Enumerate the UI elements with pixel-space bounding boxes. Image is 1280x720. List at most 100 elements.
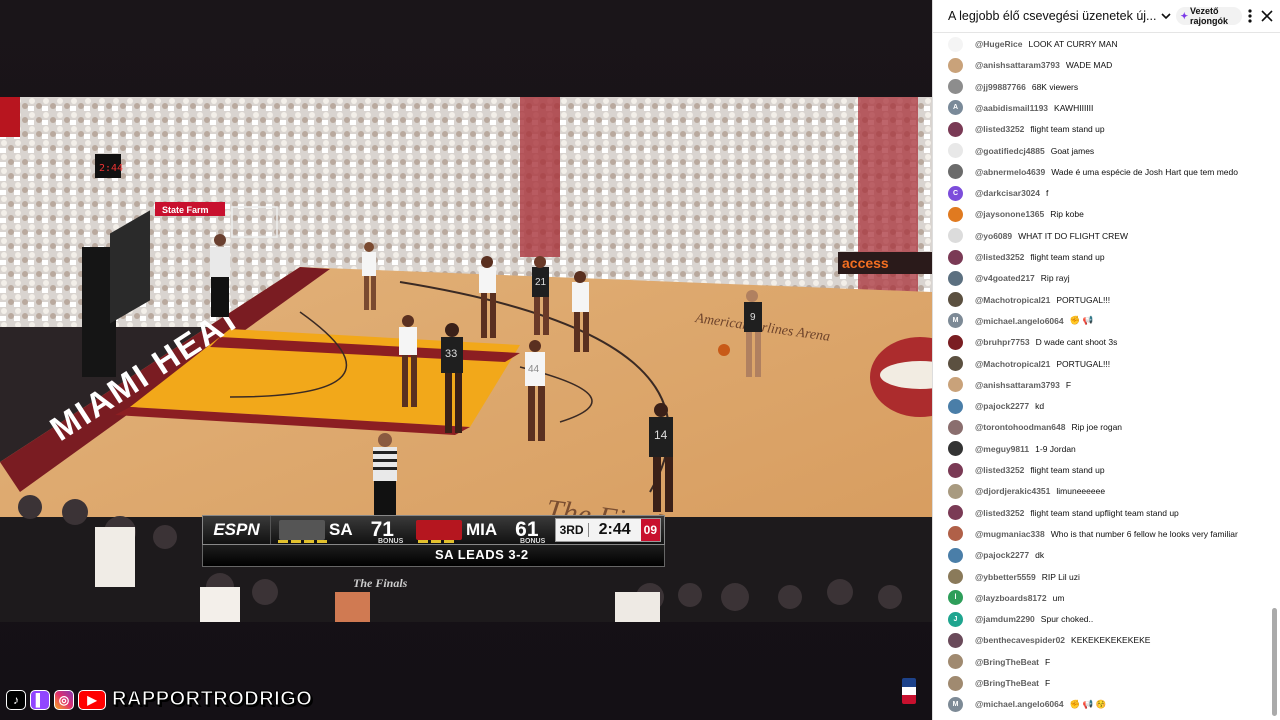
avatar[interactable] <box>948 547 963 563</box>
chat-author[interactable]: @ybbetter5559 <box>975 572 1036 582</box>
chat-message[interactable]: @listed3252 flight team stand upflight te… <box>948 504 1179 522</box>
chat-message[interactable]: @ybbetter5559 RIP Lil uzi <box>948 568 1080 586</box>
chat-message[interactable]: @listed3252 flight team stand up <box>948 248 1105 266</box>
chat-scrollbar[interactable] <box>1270 33 1278 720</box>
chat-author[interactable]: @BringTheBeat <box>975 678 1039 688</box>
avatar[interactable] <box>948 292 963 308</box>
chat-author[interactable]: @benthecavespider02 <box>975 635 1065 645</box>
avatar[interactable]: M <box>948 696 963 712</box>
chat-message[interactable]: @mugmaniac338 Who is that number 6 fellow… <box>948 525 1238 543</box>
chat-author[interactable]: @aabidismail1193 <box>975 103 1048 113</box>
chat-message[interactable]: M @michael.angelo6064 ✊ 📢 😚 <box>948 695 1106 713</box>
chat-author[interactable]: @jj99887766 <box>975 82 1026 92</box>
chat-author[interactable]: @michael.angelo6064 <box>975 699 1064 709</box>
avatar[interactable] <box>948 249 963 265</box>
chat-message[interactable]: @listed3252 flight team stand up <box>948 461 1105 479</box>
more-options-button[interactable] <box>1242 6 1256 26</box>
avatar[interactable] <box>948 334 963 350</box>
chat-message[interactable]: @listed3252 flight team stand up <box>948 120 1105 138</box>
chat-message[interactable]: l @layzboards8172 um <box>948 589 1064 607</box>
chat-author[interactable]: @goatifiedcj4885 <box>975 146 1045 156</box>
chat-author[interactable]: @Machotropical21 <box>975 295 1050 305</box>
instagram-icon[interactable]: ◎ <box>54 689 74 710</box>
avatar[interactable] <box>948 654 963 670</box>
chat-author[interactable]: @meguy9811 <box>975 444 1029 454</box>
avatar[interactable] <box>948 270 963 286</box>
chat-author[interactable]: @listed3252 <box>975 508 1024 518</box>
chat-author[interactable]: @Machotropical21 <box>975 359 1050 369</box>
avatar[interactable]: J <box>948 611 963 627</box>
avatar[interactable] <box>948 483 963 499</box>
chat-message[interactable]: A @aabidismail1193 KAWHIIIIII <box>948 99 1093 117</box>
chat-message-list[interactable]: @HugeRice LOOK AT CURRY MAN @anishsattaram… <box>933 33 1269 720</box>
chat-message[interactable]: M @michael.angelo6064 ✊ 📢 <box>948 312 1093 330</box>
chat-author[interactable]: @v4goated217 <box>975 273 1035 283</box>
chat-message[interactable]: @pajock2277 dk <box>948 546 1044 564</box>
chat-author[interactable]: @torontohoodman648 <box>975 422 1065 432</box>
avatar[interactable] <box>948 398 963 414</box>
avatar[interactable] <box>948 143 963 158</box>
avatar[interactable]: M <box>948 313 963 329</box>
avatar[interactable] <box>948 79 963 95</box>
chat-author[interactable]: @HugeRice <box>975 39 1023 49</box>
avatar[interactable] <box>948 36 963 52</box>
avatar[interactable] <box>948 356 963 371</box>
chat-message[interactable]: @benthecavespider02 KEKEKEKEKEKEKE <box>948 631 1150 649</box>
chat-message[interactable]: @jj99887766 68K viewers <box>948 78 1078 96</box>
avatar[interactable]: A <box>948 100 963 116</box>
chat-author[interactable]: @jamdum2290 <box>975 614 1035 624</box>
chat-author[interactable]: @pajock2277 <box>975 550 1029 560</box>
chat-message[interactable]: C @darkcisar3024 f <box>948 184 1048 202</box>
chat-author[interactable]: @jaysonone1365 <box>975 209 1044 219</box>
avatar[interactable] <box>948 377 963 393</box>
chat-message[interactable]: @v4goated217 Rip rayj <box>948 269 1070 287</box>
chat-author[interactable]: @bruhpr7753 <box>975 337 1030 347</box>
avatar[interactable]: C <box>948 185 963 201</box>
avatar[interactable] <box>948 632 963 648</box>
chat-message[interactable]: @BringTheBeat F <box>948 674 1050 692</box>
chat-author[interactable]: @michael.angelo6064 <box>975 316 1064 326</box>
avatar[interactable] <box>948 57 963 73</box>
chat-author[interactable]: @listed3252 <box>975 465 1024 475</box>
chat-message[interactable]: @meguy9811 1-9 Jordan <box>948 440 1076 458</box>
chevron-down-icon[interactable] <box>1160 9 1172 23</box>
chat-author[interactable]: @djordjerakic4351 <box>975 486 1050 496</box>
avatar[interactable] <box>948 206 963 222</box>
chat-author[interactable]: @listed3252 <box>975 252 1024 262</box>
avatar[interactable] <box>948 462 963 478</box>
youtube-icon[interactable]: ▶ <box>78 689 106 710</box>
avatar[interactable] <box>948 441 963 457</box>
avatar[interactable] <box>948 164 963 180</box>
avatar[interactable]: l <box>948 590 963 606</box>
game-video[interactable]: State Farm access MIAMI HEAT AmericanAir… <box>0 97 932 622</box>
avatar[interactable] <box>948 228 963 244</box>
chat-author[interactable]: @listed3252 <box>975 124 1024 134</box>
top-fans-badge[interactable]: ✦ Vezető rajongók <box>1176 6 1243 26</box>
avatar[interactable] <box>948 526 963 542</box>
avatar[interactable] <box>948 675 963 691</box>
close-chat-button[interactable] <box>1257 6 1278 26</box>
chat-author[interactable]: @pajock2277 <box>975 401 1029 411</box>
chat-message[interactable]: @djordjerakic4351 limuneeeeee <box>948 482 1105 500</box>
chat-author[interactable]: @anishsattaram3793 <box>975 380 1060 390</box>
chat-message[interactable]: @Machotropical21 PORTUGAL!!! <box>948 291 1110 309</box>
avatar[interactable] <box>948 569 963 584</box>
avatar[interactable] <box>948 505 963 521</box>
chat-author[interactable]: @darkcisar3024 <box>975 188 1040 198</box>
chat-message[interactable]: @pajock2277 kd <box>948 397 1044 415</box>
tiktok-icon[interactable]: ♪ <box>6 689 26 710</box>
chat-message[interactable]: @jaysonone1365 Rip kobe <box>948 205 1084 223</box>
chat-author[interactable]: @yo6089 <box>975 231 1012 241</box>
chat-message[interactable]: @Machotropical21 PORTUGAL!!! <box>948 355 1110 373</box>
chat-mode-title[interactable]: A legjobb élő csevegési üzenetek új... <box>948 9 1156 23</box>
chat-message[interactable]: @anishsattaram3793 WADE MAD <box>948 56 1112 74</box>
twitch-icon[interactable]: ▌ <box>30 689 50 710</box>
chat-message[interactable]: @torontohoodman648 Rip joe rogan <box>948 418 1122 436</box>
chat-message[interactable]: @anishsattaram3793 F <box>948 376 1071 394</box>
chat-author[interactable]: @abnermelo4639 <box>975 167 1045 177</box>
chat-message[interactable]: @yo6089 WHAT IT DO FLIGHT CREW <box>948 227 1128 245</box>
chat-message[interactable]: @abnermelo4639 Wade é uma espécie de Josh… <box>948 163 1238 181</box>
chat-message[interactable]: J @jamdum2290 Spur choked.. <box>948 610 1093 628</box>
chat-message[interactable]: @bruhpr7753 D wade cant shoot 3s <box>948 333 1117 351</box>
avatar[interactable] <box>948 121 963 137</box>
